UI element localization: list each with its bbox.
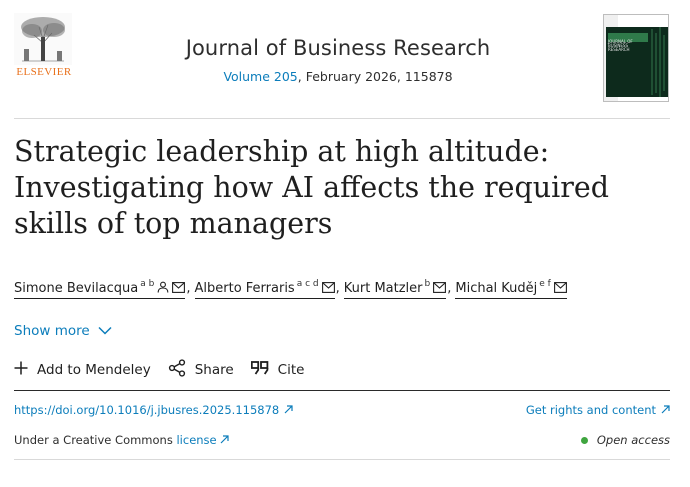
author-4[interactable]: Michal Kuděj e f bbox=[455, 279, 567, 299]
article-actions: Add to Mendeley Share Cite bbox=[14, 359, 321, 381]
open-access-dot-icon bbox=[580, 436, 588, 444]
email-icon[interactable] bbox=[321, 282, 335, 297]
author-name: Alberto Ferraris bbox=[194, 281, 295, 296]
external-link-icon bbox=[220, 433, 229, 447]
author-name: Kurt Matzler bbox=[343, 281, 423, 296]
email-icon[interactable] bbox=[172, 282, 186, 297]
quote-icon bbox=[250, 361, 278, 379]
show-more-button[interactable]: Show more bbox=[14, 321, 112, 341]
license-info: Under a Creative Commons license bbox=[14, 433, 229, 447]
journal-title[interactable]: Journal of Business Research bbox=[160, 36, 516, 60]
article-title-line-1: Strategic leadership at high altitude: bbox=[14, 135, 550, 168]
journal-cover-thumbnail[interactable]: JOURNAL OF BUSINESS RESEARCH bbox=[603, 14, 669, 102]
journal-issue-info: Volume 205, February 2026, 115878 bbox=[160, 69, 516, 84]
author-1[interactable]: Simone Bevilacqua a b bbox=[14, 279, 186, 299]
plus-icon bbox=[14, 361, 37, 379]
open-access-badge: Open access bbox=[580, 433, 670, 447]
author-affiliations: a c d bbox=[296, 279, 319, 289]
journal-header: ELSEVIER Journal of Business Research Vo… bbox=[0, 0, 690, 118]
author-affiliations: e f bbox=[539, 279, 551, 289]
show-more-label: Show more bbox=[14, 323, 90, 339]
rights-label: Get rights and content bbox=[525, 403, 656, 417]
email-icon[interactable] bbox=[433, 282, 447, 297]
license-link[interactable]: license bbox=[176, 433, 229, 447]
author-name: Michal Kuděj bbox=[455, 281, 538, 296]
email-icon[interactable] bbox=[553, 282, 567, 297]
license-link-label: license bbox=[176, 433, 217, 447]
external-link-icon bbox=[284, 403, 293, 417]
rights-content-link[interactable]: Get rights and content bbox=[526, 403, 670, 417]
share-icon bbox=[168, 359, 195, 381]
person-icon bbox=[157, 281, 169, 297]
share-button[interactable]: Share bbox=[168, 359, 234, 381]
chevron-down-icon bbox=[90, 323, 112, 339]
publisher-name: ELSEVIER bbox=[16, 66, 72, 78]
open-access-label: Open access bbox=[596, 433, 670, 447]
article-title-line-3: skills of top managers bbox=[14, 207, 333, 240]
issue-details: , February 2026, 115878 bbox=[297, 69, 453, 84]
add-to-mendeley-button[interactable]: Add to Mendeley bbox=[14, 361, 151, 379]
author-separator: , bbox=[447, 281, 452, 296]
share-label: Share bbox=[194, 362, 234, 378]
add-to-mendeley-label: Add to Mendeley bbox=[37, 362, 151, 378]
author-separator: , bbox=[335, 281, 340, 296]
article-title-line-2: Investigating how AI affects the require… bbox=[14, 171, 609, 204]
doi-url: https://doi.org/10.1016/j.jbusres.2025.1… bbox=[14, 403, 280, 417]
article-title: Strategic leadership at high altitude: I… bbox=[14, 134, 674, 242]
cite-button[interactable]: Cite bbox=[250, 361, 305, 379]
author-affiliations: b bbox=[424, 279, 431, 289]
author-list: Simone Bevilacqua a b, Alberto Ferraris a c… bbox=[14, 279, 674, 301]
license-prefix: Under a Creative Commons bbox=[14, 433, 177, 447]
author-name: Simone Bevilacqua bbox=[14, 281, 139, 296]
external-link-icon bbox=[661, 403, 670, 417]
author-affiliations: a b bbox=[140, 279, 155, 289]
cover-title: JOURNAL OF BUSINESS RESEARCH bbox=[608, 39, 633, 52]
author-3[interactable]: Kurt Matzler b bbox=[343, 279, 447, 299]
author-separator: , bbox=[186, 281, 191, 296]
header-divider bbox=[14, 118, 670, 119]
volume-link[interactable]: Volume 205 bbox=[223, 69, 297, 84]
footer-divider bbox=[14, 459, 670, 460]
cover-image bbox=[606, 27, 668, 97]
doi-link[interactable]: https://doi.org/10.1016/j.jbusres.2025.1… bbox=[14, 403, 293, 417]
cite-label: Cite bbox=[277, 362, 305, 378]
author-2[interactable]: Alberto Ferraris a c d bbox=[194, 279, 335, 299]
actions-divider bbox=[14, 390, 670, 391]
